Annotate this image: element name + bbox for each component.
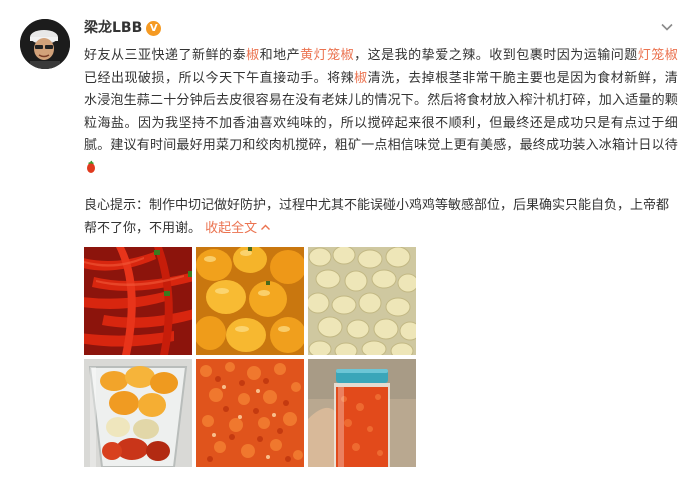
username[interactable]: 梁龙LBB V (84, 19, 162, 37)
post-text: 好友从三亚快递了新鲜的泰椒和地产黄灯笼椒，这是我的挚爱之辣。收到包裹时因为运输问… (84, 45, 678, 181)
topic-link-pepper-2[interactable]: 椒 (354, 71, 368, 86)
topic-link-yellow-lantern-pepper[interactable]: 黄灯笼椒 (300, 48, 354, 63)
safety-tip-text: 良心提示：制作中切记做好防护，过程中尤其不能误碰小鸡鸡等敏感部位，后果确实只能自… (84, 198, 670, 236)
collapse-button[interactable]: 收起全文 (205, 221, 271, 236)
photo-red-chili-peppers[interactable] (84, 247, 192, 355)
post-text-segment: 和地产 (259, 48, 301, 63)
photo-yellow-lantern-peppers[interactable] (196, 247, 304, 355)
post-text-segment: 好友从三亚快递了新鲜的泰 (84, 48, 247, 63)
safety-tip: 良心提示：制作中切记做好防护，过程中尤其不能误碰小鸡鸡等敏感部位，后果确实只能自… (84, 195, 678, 240)
topic-link-lantern-pepper[interactable]: 灯笼椒 (638, 48, 678, 63)
photo-peppers-in-blender[interactable] (84, 359, 192, 467)
photo-chopped-chili-paste[interactable] (196, 359, 304, 467)
weibo-post-card: 梁龙LBB V 好友从三亚快递了新鲜的泰椒和地产黄灯笼椒，这是我的挚爱之辣。收到… (0, 0, 693, 479)
post-text-segment: 已经出现破损，所以今天下午直接动手。将辣 (84, 70, 355, 86)
chevron-down-icon[interactable] (660, 20, 674, 34)
post-text-segment: ，这是我的挚爱之辣。收到包裹时因为运输问题 (354, 48, 638, 63)
avatar[interactable] (20, 19, 70, 69)
verified-badge-icon: V (146, 20, 162, 36)
collapse-label[interactable]: 收起全文 (205, 221, 257, 236)
username-text[interactable]: 梁龙LBB (84, 19, 142, 37)
chili-pepper-emoji-icon (87, 160, 95, 173)
topic-link-pepper[interactable]: 椒 (246, 48, 260, 63)
photo-chili-paste-jar[interactable] (308, 359, 416, 467)
photo-peeled-garlic-cloves[interactable] (308, 247, 416, 355)
chevron-up-icon[interactable] (260, 222, 271, 233)
